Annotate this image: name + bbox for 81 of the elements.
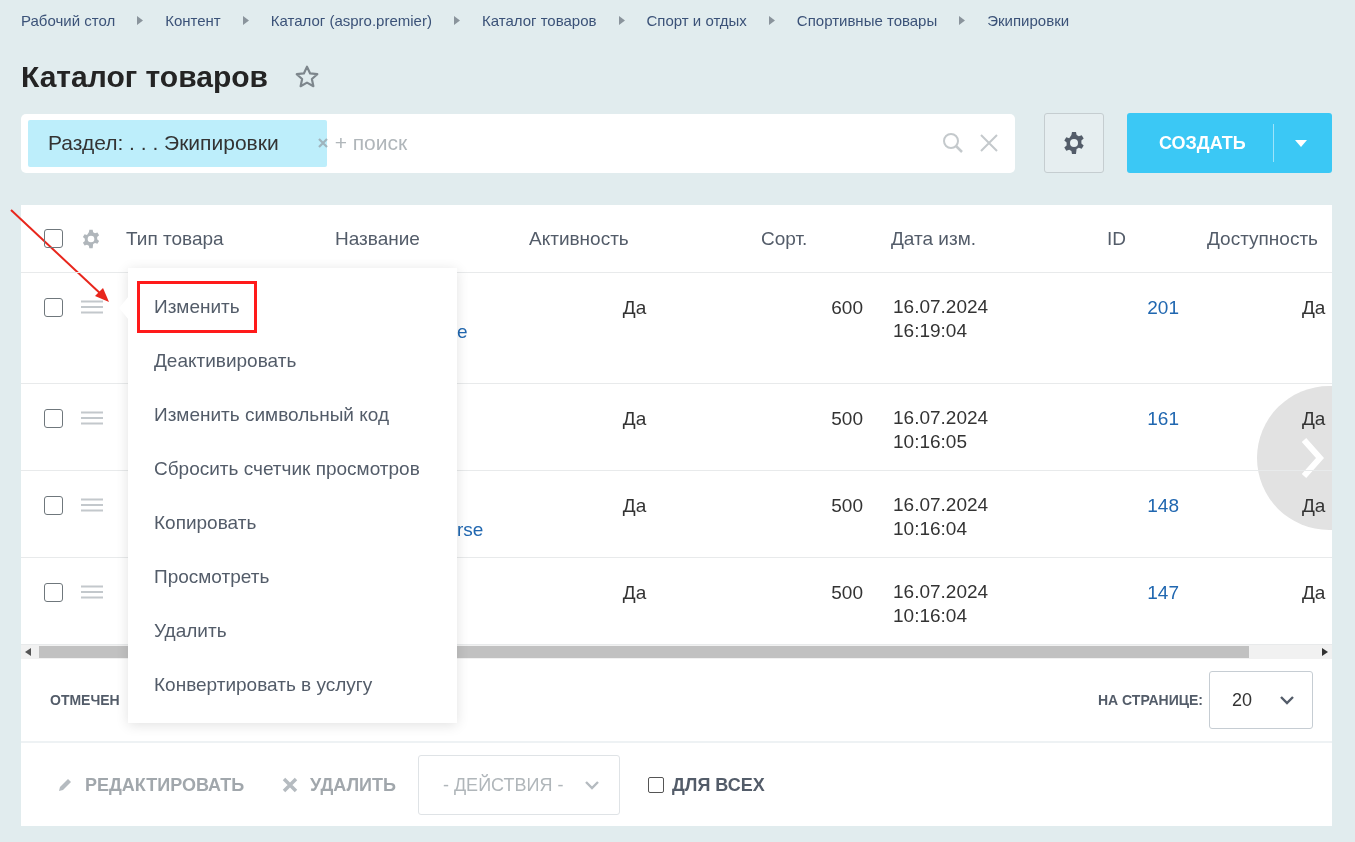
remove-tag-icon[interactable] (318, 137, 328, 148)
per-page-label: НА СТРАНИЦЕ: (1097, 692, 1203, 708)
filter-field[interactable]: Раздел: . . . Экипировки + поиск (21, 113, 1015, 173)
table-cell-text: Да (1301, 582, 1326, 604)
cross-icon (282, 777, 299, 793)
triangle-icon (768, 15, 775, 25)
breadcrumb-link[interactable]: Каталог (aspro.premier) (270, 11, 432, 29)
table-cell: 500 (831, 495, 863, 516)
table-cell: 500 (831, 408, 863, 429)
menu-item[interactable]: Конвертировать в услугу (137, 659, 390, 711)
breadcrumb-link[interactable]: Рабочий стол (21, 11, 116, 29)
checkbox[interactable] (44, 229, 63, 248)
checkbox[interactable] (44, 495, 63, 515)
table-cell-text: Да (1301, 408, 1326, 430)
triangle-icon (137, 15, 144, 25)
column-header[interactable]: Сорт. (761, 227, 808, 249)
table-cell-text: Да (1301, 495, 1326, 517)
column-header[interactable]: Название (335, 227, 420, 249)
product-link[interactable]: e (457, 321, 468, 343)
gear-icon (1062, 131, 1086, 155)
menu-item[interactable]: Просмотреть (137, 551, 287, 603)
triangle-icon (242, 15, 249, 25)
triangle-icon (453, 15, 460, 25)
column-header[interactable]: Тип товара (126, 227, 224, 249)
menu-icon[interactable] (81, 585, 103, 599)
checkbox[interactable] (44, 408, 63, 428)
breadcrumb-link[interactable]: Контент (165, 11, 221, 29)
scroll-right-icon[interactable] (1322, 648, 1328, 656)
id-link[interactable]: 161 (1147, 408, 1179, 429)
scroll-left-icon[interactable] (25, 648, 31, 656)
table-cell: Да (622, 582, 647, 603)
table-cell: 16.07.2024 10:16:04 (893, 580, 989, 628)
menu-item[interactable]: Копировать (137, 497, 274, 549)
menu-item[interactable]: Сбросить счетчик просмотров (137, 443, 437, 495)
table-cell: 16.07.2024 10:16:04 (893, 493, 989, 541)
product-link[interactable]: rse (457, 519, 484, 541)
triangle-icon (959, 15, 966, 25)
menu-icon[interactable] (81, 411, 103, 425)
pencil-icon (57, 777, 73, 793)
column-header[interactable]: ID (1107, 227, 1126, 249)
breadcrumb-link[interactable]: Спорт и отдых (646, 11, 747, 29)
star-icon[interactable] (294, 64, 320, 90)
page-title: Каталог товаров (21, 60, 268, 94)
settings-icon[interactable] (81, 228, 101, 249)
filter-tag: Раздел: . . . Экипировки (28, 119, 327, 167)
menu-icon[interactable] (81, 300, 103, 314)
menu-icon[interactable] (81, 498, 103, 512)
triangle-icon (618, 15, 625, 25)
table-cell-text: Да (1301, 297, 1326, 319)
table-cell: 16.07.2024 16:19:04 (893, 295, 989, 343)
menu-item[interactable]: Деактивировать (137, 335, 314, 387)
id-link[interactable]: 148 (1147, 495, 1179, 516)
checkbox[interactable] (44, 582, 63, 602)
settings-button[interactable] (1044, 113, 1104, 173)
close-icon[interactable] (979, 133, 999, 153)
breadcrumb-link[interactable]: Экипировки (987, 11, 1070, 29)
table-cell: 600 (831, 297, 863, 318)
per-page-select[interactable]: 20 (1209, 671, 1313, 729)
search-icon[interactable] (941, 131, 965, 155)
table-cell: 16.07.2024 10:16:05 (893, 406, 989, 454)
checkbox[interactable] (44, 297, 63, 317)
table-cell: Да (622, 297, 647, 318)
id-link[interactable]: 147 (1147, 582, 1179, 603)
checkbox-label: ДЛЯ ВСЕХ (671, 774, 765, 796)
chevron-down-icon (584, 780, 599, 790)
id-link[interactable]: 201 (1147, 297, 1179, 318)
breadcrumb-link[interactable]: Спортивные товары (796, 11, 938, 29)
chevron-down-icon (1280, 695, 1294, 705)
menu-item[interactable]: Изменить (137, 281, 257, 333)
column-header[interactable]: Дата изм. (891, 227, 977, 249)
menu-item[interactable]: Удалить (137, 605, 244, 657)
checkbox[interactable] (647, 777, 664, 793)
column-header[interactable]: Активность (529, 227, 629, 249)
column-header[interactable]: Доступность (1207, 227, 1318, 249)
selected-count-label: ОТМЕЧЕН (50, 692, 120, 708)
menu-item[interactable]: Изменить символьный код (137, 389, 406, 441)
caret-icon[interactable] (1295, 139, 1307, 147)
breadcrumb-link[interactable]: Каталог товаров (481, 11, 597, 29)
table-cell: Да (622, 408, 647, 429)
table-cell: 500 (831, 582, 863, 603)
table-cell: Да (622, 495, 647, 516)
